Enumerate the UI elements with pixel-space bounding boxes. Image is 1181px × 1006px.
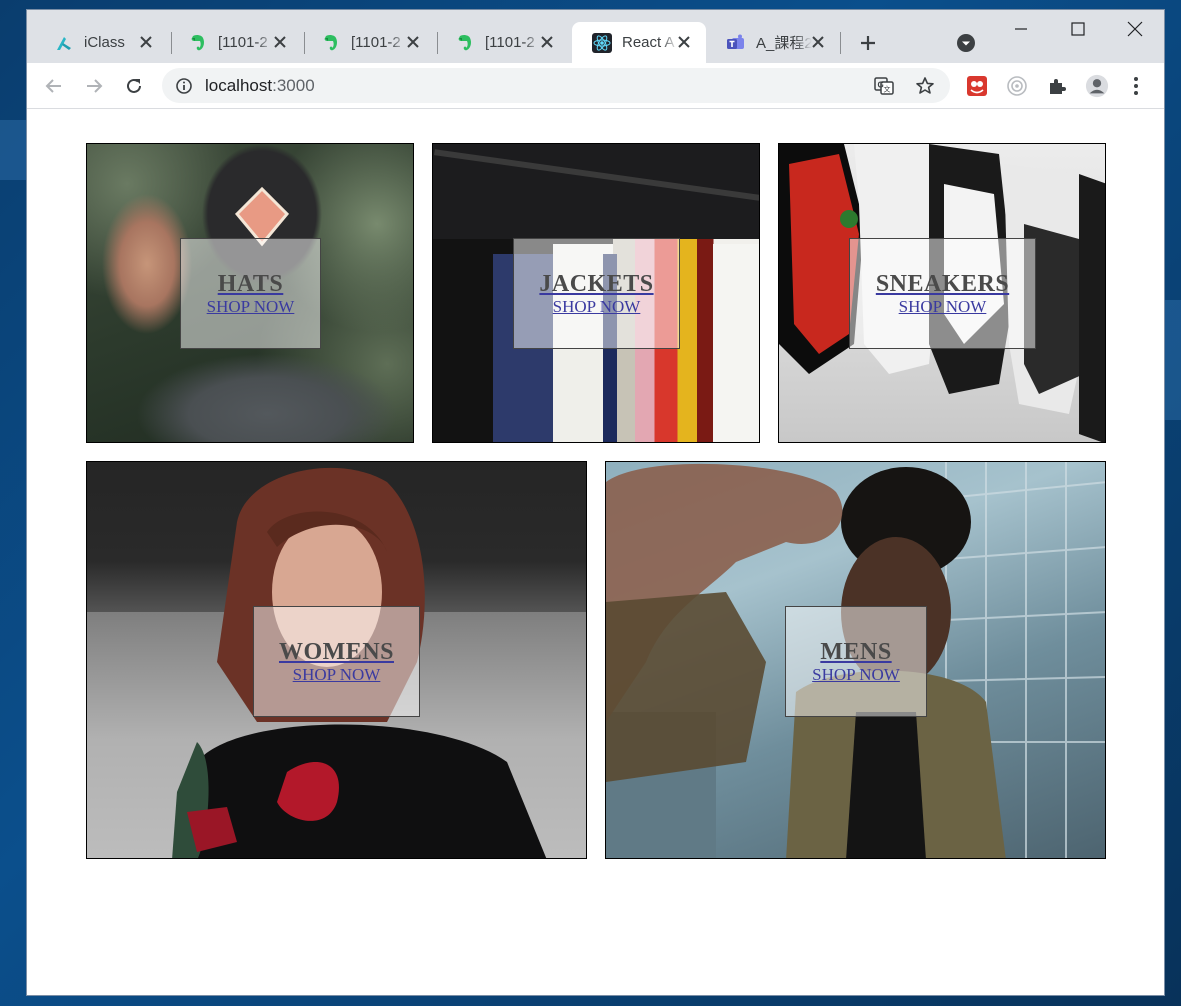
close-window-button[interactable] bbox=[1120, 18, 1150, 40]
sneakers-label-box: SNEAKERS SHOP NOW bbox=[849, 238, 1036, 349]
shop-now-link[interactable]: SHOP NOW bbox=[553, 297, 641, 317]
womens-label-box: WOMENS SHOP NOW bbox=[253, 606, 420, 717]
section-title: SNEAKERS bbox=[875, 270, 1010, 297]
teams-icon bbox=[726, 33, 746, 53]
tab-title: A_課程2 bbox=[756, 35, 812, 52]
shop-now-link[interactable]: SHOP NOW bbox=[207, 297, 295, 317]
hats-label-box: HATS SHOP NOW bbox=[180, 238, 321, 349]
site-info-icon[interactable] bbox=[175, 77, 193, 95]
directory-item-jackets[interactable]: JACKETS SHOP NOW bbox=[432, 143, 760, 443]
section-title: WOMENS bbox=[278, 638, 394, 665]
new-tab-button[interactable] bbox=[855, 30, 881, 56]
tab-evernote-1[interactable]: [1101-2 bbox=[168, 22, 302, 63]
close-icon[interactable] bbox=[272, 34, 288, 50]
browser-toolbar: localhost:3000 G文 bbox=[27, 63, 1164, 109]
reload-button[interactable] bbox=[121, 73, 147, 99]
directory-item-sneakers[interactable]: SNEAKERS SHOP NOW bbox=[778, 143, 1106, 443]
tab-title: React A bbox=[622, 34, 675, 51]
evernote-icon bbox=[455, 33, 475, 53]
desktop-background bbox=[0, 120, 27, 180]
desktop-background bbox=[1164, 300, 1181, 420]
translate-icon[interactable]: G文 bbox=[873, 75, 895, 97]
extension-red-icon[interactable] bbox=[965, 74, 989, 98]
tab-title: [1101-2 bbox=[485, 34, 535, 51]
tab-separator bbox=[840, 32, 841, 54]
maximize-button[interactable] bbox=[1063, 18, 1093, 40]
iclass-icon bbox=[54, 33, 74, 53]
shop-now-link[interactable]: SHOP NOW bbox=[293, 665, 381, 685]
tab-title: iClass bbox=[84, 34, 125, 51]
address-bar[interactable]: localhost:3000 G文 bbox=[162, 68, 950, 103]
extensions-puzzle-icon[interactable] bbox=[1045, 74, 1069, 98]
browser-window: iClass [1101-2 [1101-2 [1101-2 React A A… bbox=[27, 10, 1164, 995]
close-icon[interactable] bbox=[810, 34, 826, 50]
directory-item-womens[interactable]: WOMENS SHOP NOW bbox=[86, 461, 587, 859]
profile-avatar-icon[interactable] bbox=[1085, 74, 1109, 98]
bookmark-star-icon[interactable] bbox=[914, 75, 936, 97]
directory-item-hats[interactable]: HATS SHOP NOW bbox=[86, 143, 414, 443]
url-host: localhost bbox=[205, 76, 273, 95]
tab-title: [1101-2 bbox=[351, 34, 401, 51]
evernote-icon bbox=[321, 33, 341, 53]
extension-target-icon[interactable] bbox=[1005, 74, 1029, 98]
tab-evernote-2[interactable]: [1101-2 bbox=[301, 22, 435, 63]
tab-teams[interactable]: A_課程2 bbox=[706, 22, 840, 63]
close-icon[interactable] bbox=[138, 34, 154, 50]
tab-search-button[interactable] bbox=[955, 32, 977, 54]
svg-text:文: 文 bbox=[884, 85, 891, 94]
directory-item-mens[interactable]: MENS SHOP NOW bbox=[605, 461, 1106, 859]
shop-now-link[interactable]: SHOP NOW bbox=[899, 297, 987, 317]
tab-react-app[interactable]: React A bbox=[572, 22, 706, 63]
tab-evernote-3[interactable]: [1101-2 bbox=[435, 22, 569, 63]
tab-strip: iClass [1101-2 [1101-2 [1101-2 React A A… bbox=[27, 10, 1164, 63]
page-content: HATS SHOP NOW JACKETS SHOP NOW SNEAKERS … bbox=[27, 109, 1164, 995]
menu-kebab-icon[interactable] bbox=[1124, 74, 1148, 98]
evernote-icon bbox=[188, 33, 208, 53]
close-icon[interactable] bbox=[405, 34, 421, 50]
section-title: MENS bbox=[820, 638, 892, 665]
section-title: JACKETS bbox=[539, 270, 654, 297]
tab-iclass[interactable]: iClass bbox=[34, 22, 168, 63]
jackets-label-box: JACKETS SHOP NOW bbox=[513, 238, 680, 349]
url-text: localhost:3000 bbox=[205, 76, 315, 96]
shop-now-link[interactable]: SHOP NOW bbox=[812, 665, 900, 685]
url-port: :3000 bbox=[272, 76, 315, 95]
forward-button[interactable] bbox=[81, 73, 107, 99]
react-icon bbox=[592, 32, 612, 53]
minimize-button[interactable] bbox=[1006, 18, 1036, 40]
tab-title: [1101-2 bbox=[218, 34, 268, 51]
mens-label-box: MENS SHOP NOW bbox=[785, 606, 927, 717]
close-icon[interactable] bbox=[676, 34, 692, 50]
section-title: HATS bbox=[217, 270, 284, 297]
close-icon[interactable] bbox=[539, 34, 555, 50]
back-button[interactable] bbox=[41, 73, 67, 99]
